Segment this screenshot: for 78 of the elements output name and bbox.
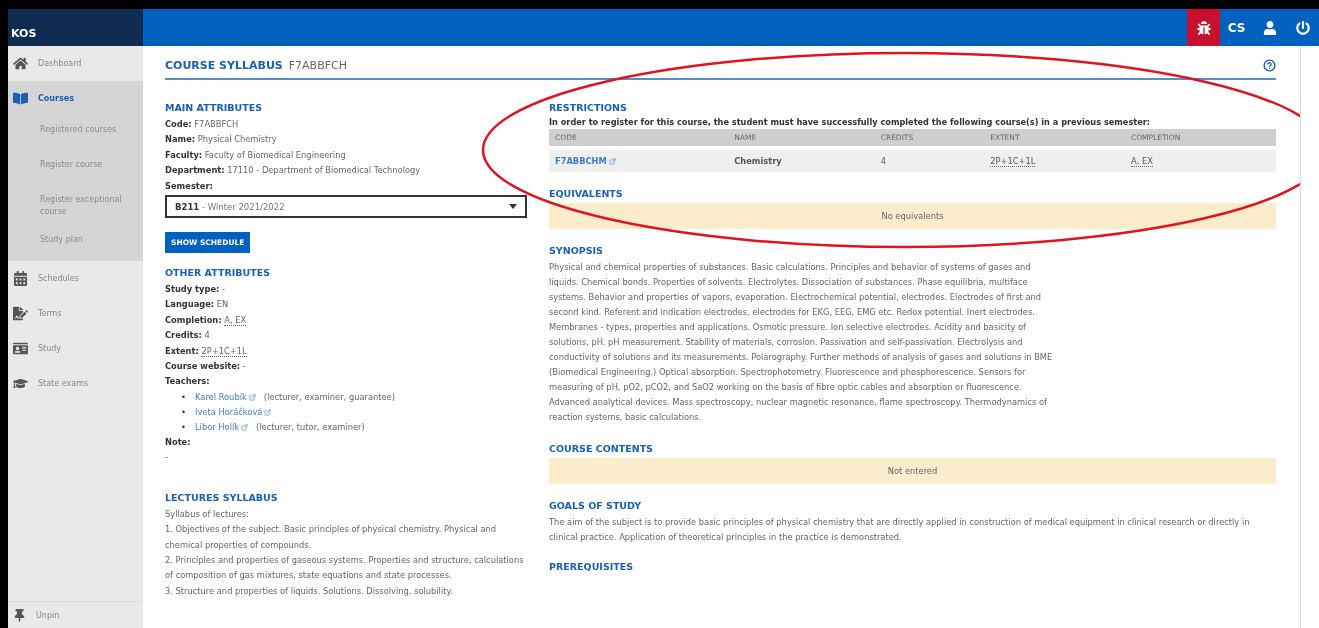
sidebar-subitem[interactable]: Study plan bbox=[8, 226, 143, 261]
language-button[interactable]: CS bbox=[1220, 9, 1253, 46]
bug-icon bbox=[1196, 20, 1211, 35]
external-link-icon bbox=[241, 423, 249, 431]
sidebar-item[interactable]: Terms bbox=[8, 296, 143, 331]
section-heading: PREREQUISITES bbox=[549, 561, 635, 572]
field-label: Teachers: bbox=[165, 375, 211, 389]
attribute-line: Language: EN bbox=[165, 298, 230, 312]
table-cell: 2P+1C+1L bbox=[984, 148, 1125, 172]
bullet: • bbox=[181, 420, 187, 434]
id-card-icon bbox=[13, 341, 28, 356]
course-link[interactable]: F7ABBCHM bbox=[555, 156, 616, 166]
sidebar-item[interactable]: Dashboard bbox=[8, 46, 143, 81]
notice-banner: Not entered bbox=[549, 458, 1276, 484]
syllabus-paragraph: 1. Objectives of the subject. Basic principles of physical chemistry. Physical and chemical properties of compounds. bbox=[165, 523, 498, 552]
notice-banner: No equivalents bbox=[549, 203, 1276, 229]
section-heading: OTHER ATTRIBUTES bbox=[165, 267, 272, 279]
teacher-link[interactable]: Karel Roubík bbox=[195, 389, 256, 405]
sidebar-item[interactable]: Courses bbox=[8, 81, 143, 116]
attribute-line: Faculty: Faculty of Biomedical Engineering bbox=[165, 148, 347, 162]
attribute-line: Completion: A, EX bbox=[165, 313, 248, 328]
teacher-link[interactable]: Iveta Horáčková bbox=[195, 404, 272, 420]
sidebar-subitem[interactable]: Register exceptional course bbox=[8, 186, 143, 226]
section-heading: MAIN ATTRIBUTES bbox=[165, 102, 263, 113]
external-link-icon bbox=[608, 157, 616, 165]
logo[interactable]: KOS bbox=[11, 27, 37, 40]
bullet: • bbox=[181, 390, 187, 404]
teacher-link[interactable]: Libor Holík bbox=[195, 419, 249, 435]
attribute-line: Course website: - bbox=[165, 360, 247, 374]
note-value: - bbox=[165, 451, 169, 465]
attribute-line: Department: 17110 - Department of Biomedical Technology bbox=[165, 164, 422, 178]
syllabus-paragraph: 3. Structure and properties of liquids. Solutions. Dissolving, solubility. bbox=[165, 584, 454, 598]
attribute-line: Extent: 2P+1C+1L bbox=[165, 344, 248, 359]
unpin-button[interactable]: Unpin bbox=[8, 601, 143, 628]
home-icon bbox=[13, 56, 28, 71]
pin-icon bbox=[13, 608, 26, 622]
teacher-roles: (lecturer, examiner, guarantee) bbox=[263, 390, 395, 404]
power-icon bbox=[1295, 20, 1310, 35]
external-link-icon bbox=[264, 408, 272, 416]
bullet: • bbox=[181, 405, 187, 419]
table-cell: 4 bbox=[874, 148, 985, 172]
sidebar-item[interactable]: State exams bbox=[8, 366, 143, 401]
sidebar-item[interactable]: Study bbox=[8, 331, 143, 366]
table-cell: Chemistry bbox=[728, 148, 875, 172]
sidebar-subitem[interactable]: Registered courses bbox=[8, 116, 143, 151]
book-icon bbox=[13, 91, 28, 106]
semester-select[interactable]: B211 - Winter 2021/2022 bbox=[165, 195, 527, 219]
sidebar-subitem[interactable]: Register course bbox=[8, 151, 143, 186]
caret-icon bbox=[509, 204, 517, 210]
external-link-icon bbox=[248, 393, 256, 401]
calendar-icon bbox=[13, 271, 28, 286]
graduation-cap-icon bbox=[13, 376, 28, 391]
help-icon[interactable] bbox=[1263, 59, 1276, 72]
attribute-line: Name: Physical Chemistry bbox=[165, 133, 278, 147]
section-heading: SYNOPSIS bbox=[549, 245, 604, 256]
signature-icon bbox=[13, 306, 28, 321]
section-heading: LECTURES SYLLABUS bbox=[165, 491, 279, 503]
table-cell: A, EX bbox=[1124, 148, 1276, 172]
syllabus-paragraph: Syllabus of lectures: bbox=[165, 507, 250, 521]
field-label: Note: bbox=[165, 435, 192, 449]
section-heading: COURSE CONTENTS bbox=[549, 443, 654, 454]
restrictions-text: In order to register for this course, the student must have successfully completed the following course(s) in a previous semester: bbox=[549, 117, 1152, 127]
attribute-line: Study type: - bbox=[165, 283, 226, 297]
field-label: Semester: bbox=[165, 179, 214, 193]
section-heading: EQUIVALENTS bbox=[549, 188, 624, 199]
synopsis-text: Physical and chemical properties of substances. Basic calculations. Principles and behavior of systems of gases and liquids. Chemical bonds. Properties of solvents. Electrolytes. Dissociation of substances. Phase equilibria, multiface systems. Behavior and properties of vapors, evaporation. Electrochemical potential, electrodes. Electrodes of first and second kind. Referent and indication electrodes, electrodes for EKG, EEG, EMG etc. Redox potential. Inert electrodes. Membranes - types, properties and applications. Osmotic pressure. Ion selective electrodes. Acidity and basicity of solutions, pH. pH measurement. Stability of materials, corrosion. Passivation and self-passivation. Electrolysis and conductivity of solutions and its measurements. Polarography. Further methods of analysis of gases and solutions in BME (Biomedical Engineering.) Optical absorption. Spectrophotometry. Fluorescence and phosphorescence. Sensors for measuring of pH, pO2, pCO2, and SaO2 working on the basis of fibre optic cables and absorption or fluorescence. Advanced analytical devices. Mass spectroscopy, nuclear magnetic resonance, flame spectroscopy. Thermodynamics of reaction systems, basic calculations. bbox=[549, 261, 1054, 424]
teacher-roles: (lecturer, tutor, examiner) bbox=[256, 420, 365, 434]
syllabus-paragraph: 2. Principles and properties of gaseous systems. Properties and structure, calculations of composition of gas mixtures, state equations and state processes. bbox=[165, 553, 525, 583]
section-heading: RESTRICTIONS bbox=[549, 102, 628, 113]
bug-report-button[interactable] bbox=[1187, 9, 1220, 46]
section-heading: GOALS OF STUDY bbox=[549, 500, 643, 511]
course-code: F7ABBFCH bbox=[288, 59, 347, 72]
user-icon bbox=[1262, 20, 1277, 35]
attribute-line: Code: F7ABBFCH bbox=[165, 118, 240, 131]
page-title: COURSE SYLLABUS bbox=[165, 59, 283, 72]
attribute-line: Credits: 4 bbox=[165, 329, 211, 343]
goals-text: The aim of the subject is to provide basic principles of physical chemistry that are directly applied in construction of medical equipment in clinical research or directly in clinical practice. Application of theoretical principles in the practice is demonstrated. bbox=[549, 516, 1251, 544]
sidebar-item[interactable]: Schedules bbox=[8, 261, 143, 296]
